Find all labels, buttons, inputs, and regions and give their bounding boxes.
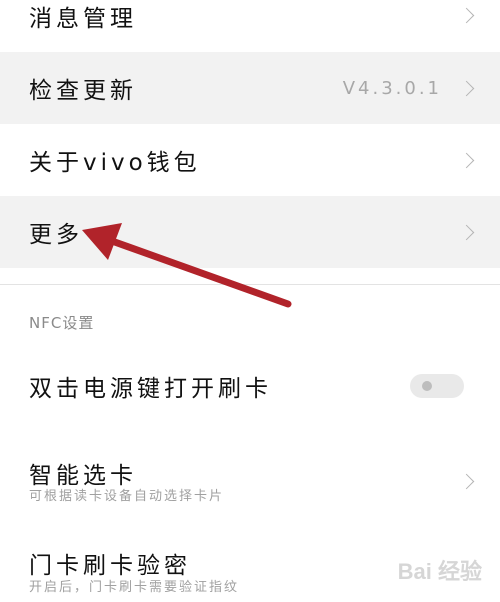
annotation-arrow <box>82 223 292 308</box>
watermark-logo: Bai 经验 <box>397 559 482 584</box>
